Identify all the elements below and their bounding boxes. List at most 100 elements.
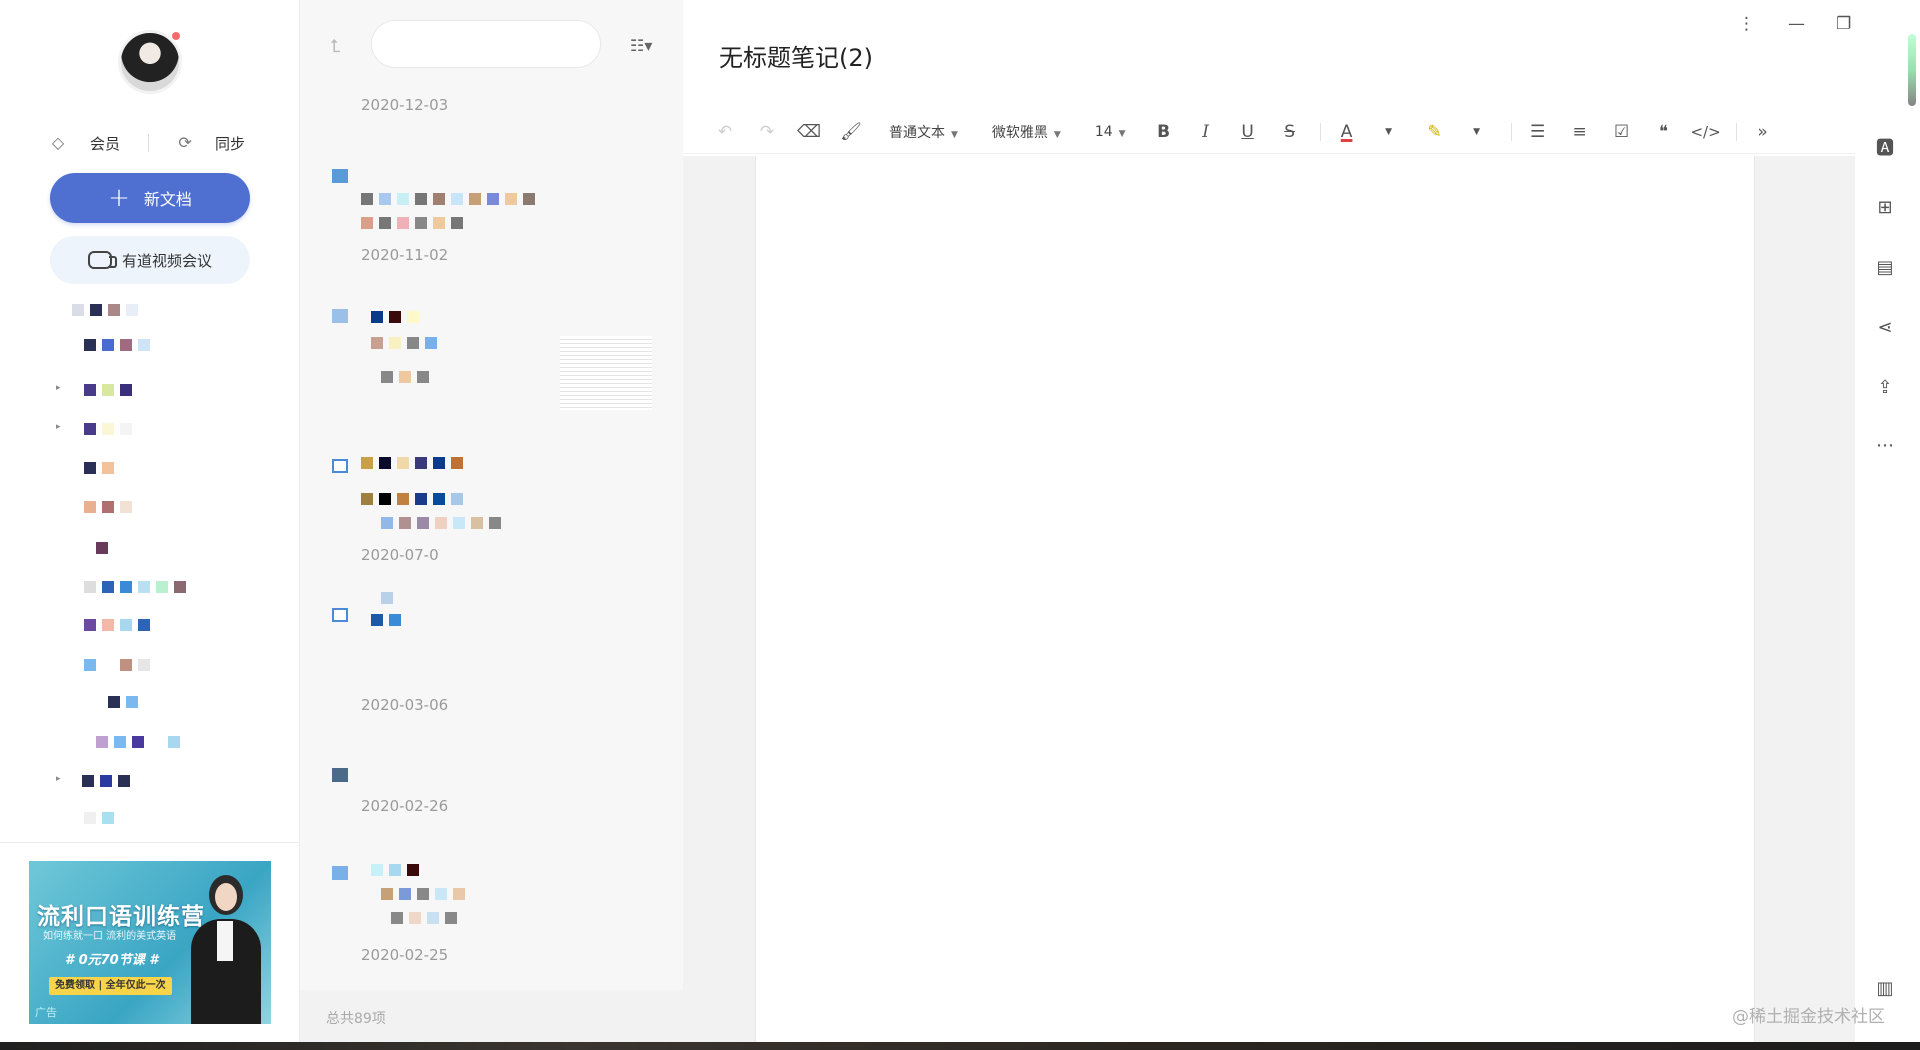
search-input[interactable] (371, 20, 601, 68)
share-icon[interactable]: ⋖ (1871, 313, 1899, 341)
avatar[interactable] (118, 30, 182, 94)
redo-icon[interactable]: ↷ (751, 116, 783, 148)
note-date: 2020-07-0 (361, 546, 439, 564)
sidebar: ◇ 会员 ⟳ 同步 + 新文档 有道视频会议 ▸ ▸ ▸ 流利口语训练营 如何练… (0, 0, 300, 1042)
plus-icon: + (108, 183, 130, 213)
undo-icon[interactable]: ↶ (709, 116, 741, 148)
note-list-panel: ⮤ ☷▾ 2020-12-03 2020-11-02 2020-07-0 202… (300, 0, 801, 1042)
ad-person-image (189, 875, 261, 1024)
font-family-dropdown[interactable]: 微软雅黑 ▼ (992, 122, 1061, 142)
paragraph-style-dropdown[interactable]: 普通文本 ▼ (889, 122, 958, 142)
member-sync-row: ◇ 会员 ⟳ 同步 (48, 130, 245, 156)
folder-item[interactable] (0, 453, 300, 483)
video-camera-icon (87, 251, 117, 269)
folder-item[interactable]: ▸ (0, 375, 300, 405)
folder-item[interactable] (0, 687, 300, 717)
bullet-list-icon[interactable]: ☰ (1522, 116, 1554, 148)
format-painter-icon[interactable]: 🖌 (835, 116, 867, 148)
ad-title: 流利口语训练营 (37, 904, 205, 930)
caret-down-icon[interactable]: ▼ (1461, 116, 1493, 148)
note-count: 总共89项 (326, 1011, 386, 1027)
folder-item[interactable]: ▸ (0, 414, 300, 444)
outline-icon[interactable]: ▤ (1871, 253, 1899, 281)
font-family-value: 微软雅黑 (991, 124, 1048, 141)
note-date: 2020-12-03 (361, 96, 449, 114)
caret-down-icon: ▼ (951, 129, 958, 140)
text-format-icon[interactable]: 🅰 (1871, 133, 1899, 161)
new-document-button[interactable]: + 新文档 (50, 173, 250, 223)
code-icon[interactable]: </> (1690, 116, 1722, 148)
restore-icon[interactable]: ❐ (1836, 14, 1851, 34)
highlight-icon[interactable]: ✎ (1419, 116, 1451, 148)
video-meeting-button[interactable]: 有道视频会议 (50, 236, 250, 284)
folder-item[interactable] (0, 492, 300, 522)
note-title[interactable]: 无标题笔记(2) (719, 38, 873, 73)
minimize-icon[interactable]: — (1788, 14, 1805, 34)
divider (1319, 122, 1321, 141)
note-icon (332, 768, 348, 782)
caret-down-icon: ▼ (1053, 129, 1061, 140)
note-icon (332, 866, 348, 880)
font-size-dropdown[interactable]: 14 ▼ (1095, 124, 1126, 140)
note-count-footer: 总共89项 (300, 990, 683, 1042)
menu-more-icon[interactable]: ⋮ (1738, 14, 1755, 34)
underline-icon[interactable]: U (1232, 116, 1264, 148)
expand-arrow-icon[interactable]: ▸ (56, 774, 61, 784)
font-size-value: 14 (1094, 123, 1113, 140)
sync-icon: ⟳ (178, 133, 192, 152)
note-item[interactable] (330, 590, 660, 650)
back-icon[interactable]: ⮤ (330, 36, 341, 57)
caret-down-icon[interactable]: ▼ (1373, 116, 1405, 148)
export-icon[interactable]: ⇪ (1871, 373, 1899, 401)
eraser-icon[interactable]: ⌫ (793, 116, 825, 148)
sync-link[interactable]: 同步 (215, 133, 245, 154)
note-icon (332, 169, 348, 183)
folder-item[interactable] (0, 727, 300, 757)
numbered-list-icon[interactable]: ≡ (1564, 116, 1596, 148)
note-date: 2020-03-06 (361, 696, 449, 714)
folder-item[interactable] (0, 572, 300, 602)
folder-item[interactable] (0, 610, 300, 640)
folder-item[interactable] (0, 803, 300, 833)
divider (148, 134, 150, 152)
watermark: @稀土掘金技术社区 (1732, 1007, 1885, 1027)
insert-icon[interactable]: ⊞ (1871, 193, 1899, 221)
edit-note-icon (332, 608, 348, 622)
caret-down-icon: ▼ (1118, 128, 1126, 139)
edit-note-icon (332, 459, 348, 473)
view-options-icon[interactable]: ☷▾ (630, 36, 652, 55)
quote-icon[interactable]: ❝ (1648, 116, 1680, 148)
scroll-handle[interactable] (1908, 34, 1916, 106)
expand-arrow-icon[interactable]: ▸ (56, 422, 61, 432)
note-item[interactable] (330, 455, 660, 555)
more-icon[interactable]: ⋯ (1871, 431, 1899, 459)
expand-arrow-icon[interactable]: ▸ (56, 383, 61, 393)
note-date: 2020-02-26 (361, 797, 449, 815)
member-link[interactable]: 会员 (90, 133, 120, 154)
checkbox-icon[interactable]: ☑ (1606, 116, 1638, 148)
note-item[interactable] (330, 764, 660, 784)
ad-banner[interactable]: 流利口语训练营 如何练就一口 流利的美式英语 # 0元70节课 # 免费领取 |… (29, 861, 271, 1024)
folder-item[interactable] (0, 295, 300, 325)
ad-price: # 0元70节课 # (65, 953, 159, 968)
folder-item[interactable] (0, 330, 300, 360)
format-toolbar: ↶ ↷ ⌫ 🖌 普通文本 ▼ 微软雅黑 ▼ 14 ▼ B I U S A ▼ ✎ ▼ … (683, 110, 1855, 154)
strikethrough-icon[interactable]: S (1274, 116, 1306, 148)
ad-cta: 免费领取 | 全年仅此一次 (49, 977, 172, 995)
notification-dot (172, 32, 180, 40)
folder-item[interactable]: ▸ (0, 766, 300, 796)
bold-icon[interactable]: B (1148, 116, 1180, 148)
editor-page[interactable] (755, 156, 1755, 1042)
taskbar-edge (0, 1042, 1920, 1050)
divider (1510, 122, 1512, 141)
font-color-icon[interactable]: A (1331, 116, 1363, 148)
folder-item[interactable] (0, 533, 300, 563)
italic-icon[interactable]: I (1190, 116, 1222, 148)
note-item[interactable] (330, 862, 660, 942)
more-tools-icon[interactable]: » (1747, 116, 1779, 148)
ad-subtitle: 如何练就一口 流利的美式英语 (43, 931, 177, 942)
video-meeting-label: 有道视频会议 (121, 251, 212, 270)
panel-toggle-icon[interactable]: ▥ (1871, 974, 1899, 1002)
right-rail: 🅰 ⊞ ▤ ⋖ ⇪ ⋯ ▥ (1855, 0, 1920, 1042)
folder-item[interactable] (0, 650, 300, 680)
